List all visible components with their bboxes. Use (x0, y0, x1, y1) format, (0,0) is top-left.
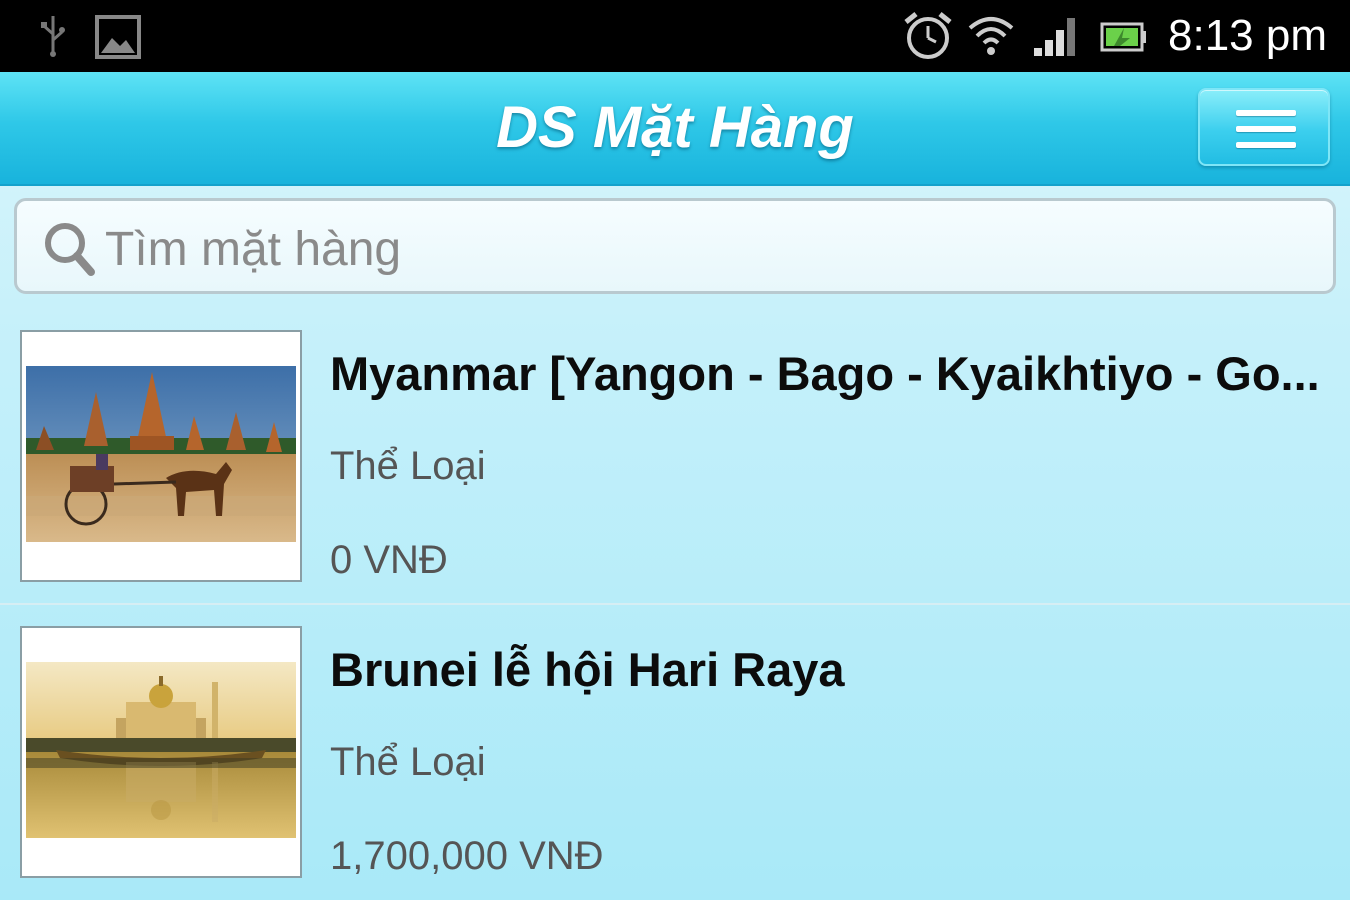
image-notification-icon (95, 15, 141, 59)
menu-button[interactable] (1198, 88, 1330, 166)
app-header: DS Mặt Hàng (0, 72, 1350, 186)
item-title: Brunei lễ hội Hari Raya (330, 643, 845, 696)
search-input[interactable] (103, 211, 1307, 287)
myanmar-pagoda-image (26, 366, 296, 542)
page-title: DS Mặt Hàng (496, 95, 854, 160)
usb-icon (41, 16, 65, 57)
search-icon (45, 223, 95, 276)
brunei-mosque-image (26, 662, 296, 838)
wifi-icon (968, 17, 1014, 55)
alarm-icon (904, 12, 952, 59)
item-thumbnail (20, 330, 302, 582)
item-price: 1,700,000 VNĐ (330, 834, 604, 878)
battery-icon (1100, 22, 1146, 52)
item-thumbnail (20, 626, 302, 878)
list-divider (0, 603, 1350, 605)
status-time: 8:13 pm (1168, 11, 1327, 60)
item-category: Thể Loại (330, 740, 486, 784)
list-item[interactable]: Myanmar [Yangon - Bago - Kyaikhtiyo - Go… (0, 310, 1350, 604)
signal-icon (1034, 18, 1075, 56)
item-title: Myanmar [Yangon - Bago - Kyaikhtiyo - Go… (330, 347, 1320, 400)
search-box[interactable] (14, 198, 1336, 294)
status-bar: 8:13 pm (0, 0, 1350, 72)
list-item[interactable]: Brunei lễ hội Hari Raya Thể Loại 1,700,0… (0, 606, 1350, 900)
item-price: 0 VNĐ (330, 538, 448, 582)
item-category: Thể Loại (330, 444, 486, 488)
